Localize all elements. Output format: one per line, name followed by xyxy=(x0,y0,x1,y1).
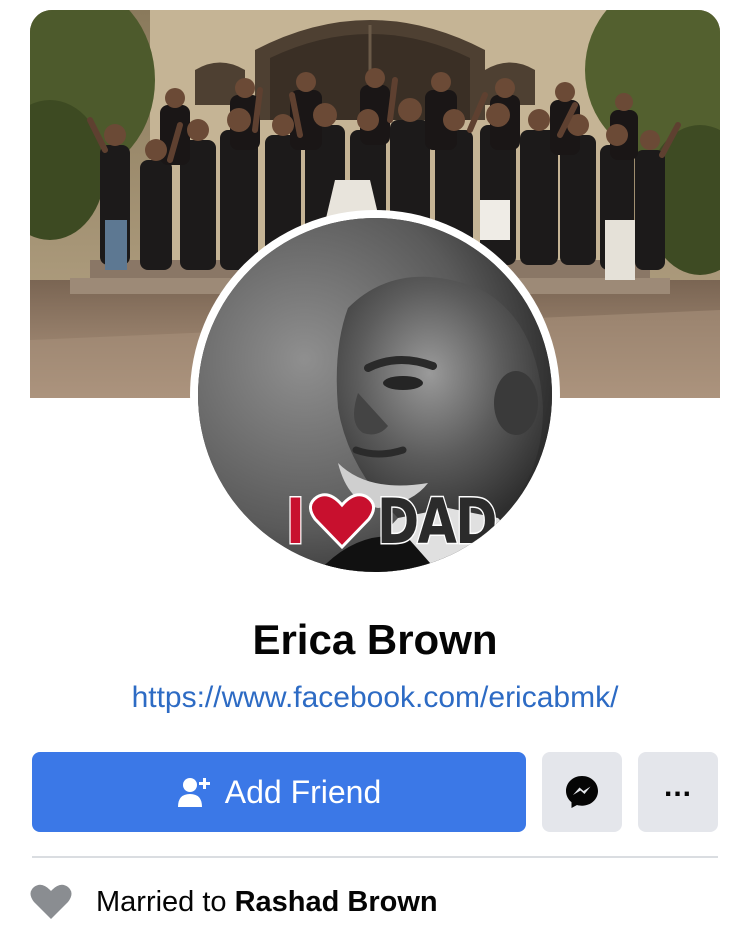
heart-icon xyxy=(309,493,376,550)
person-add-icon xyxy=(177,775,211,809)
relationship-prefix: Married to xyxy=(96,885,227,918)
messenger-icon xyxy=(566,776,598,808)
more-options-button[interactable]: ... xyxy=(638,752,718,832)
message-button[interactable] xyxy=(542,752,622,832)
divider xyxy=(32,856,718,858)
more-icon: ... xyxy=(663,770,692,803)
i-love-dad-badge: I DAD xyxy=(285,485,522,558)
profile-url-link[interactable]: https://www.facebook.com/ericabmk/ xyxy=(0,678,750,718)
profile-page: I DAD Erica Brown https://www.facebook.c… xyxy=(0,0,750,932)
heart-icon xyxy=(30,884,72,919)
relationship-text: Married to Rashad Brown xyxy=(96,886,438,919)
add-friend-button[interactable]: Add Friend xyxy=(32,752,526,832)
profile-picture-image: I DAD xyxy=(198,218,552,572)
relationship-partner-link[interactable]: Rashad Brown xyxy=(235,886,438,918)
profile-name: Erica Brown xyxy=(252,616,498,663)
profile-picture[interactable]: I DAD xyxy=(190,210,560,580)
add-friend-label: Add Friend xyxy=(224,773,382,810)
badge-letter-i: I xyxy=(285,485,306,558)
relationship-row: Married to Rashad Brown xyxy=(30,880,438,924)
badge-text-dad: DAD xyxy=(376,485,499,558)
